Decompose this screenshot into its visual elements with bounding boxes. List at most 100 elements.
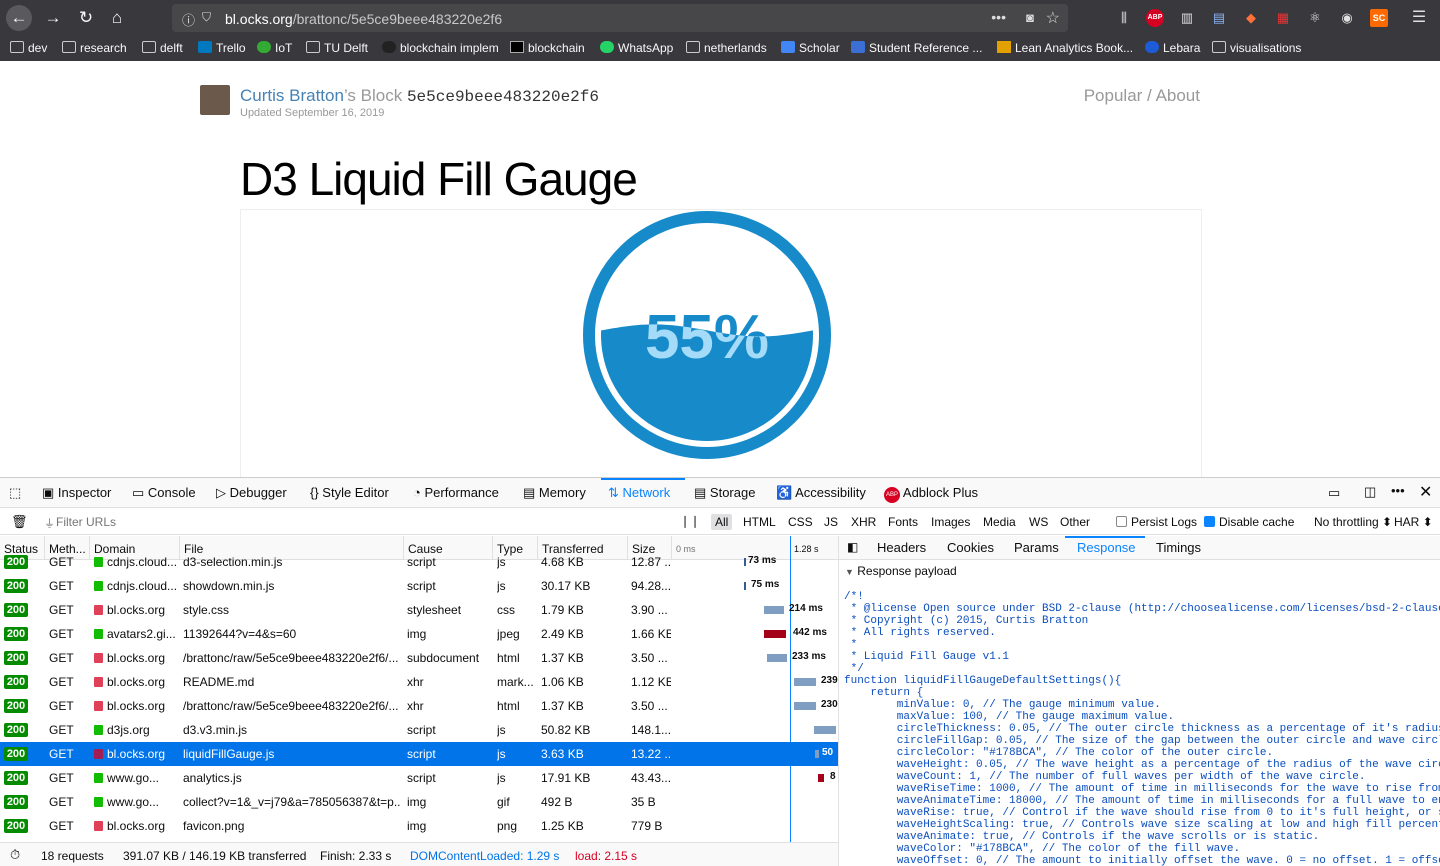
file-cell: d3.v3.min.js bbox=[183, 723, 248, 737]
tab-style-editor[interactable]: {} Style Editor bbox=[310, 485, 389, 500]
type-filter-html[interactable]: HTML bbox=[743, 515, 776, 529]
tab-params[interactable]: Params bbox=[1014, 540, 1059, 555]
close-icon[interactable]: ✕ bbox=[1419, 482, 1432, 502]
status-badge: 200 bbox=[4, 819, 28, 833]
url-bar[interactable]: ⓘ ⛉ bl.ocks.org/brattonc/5e5ce9beee48322… bbox=[172, 4, 1068, 32]
sidebar-icon[interactable]: ▥ bbox=[1178, 9, 1196, 27]
metamask-icon[interactable]: ◆ bbox=[1242, 9, 1260, 27]
bookmark-item[interactable]: blockchain implem bbox=[382, 41, 499, 55]
about-link[interactable]: About bbox=[1156, 86, 1200, 105]
react-devtools-icon[interactable]: ⚛ bbox=[1306, 9, 1324, 27]
method-cell: GET bbox=[49, 579, 74, 593]
throttling-select[interactable]: No throttling ⬍ bbox=[1314, 515, 1392, 529]
more-options-icon[interactable]: ••• bbox=[1391, 483, 1405, 498]
tab-timings[interactable]: Timings bbox=[1156, 540, 1201, 555]
responsive-mode-icon[interactable]: ▭ bbox=[1328, 485, 1340, 501]
persist-logs-toggle[interactable]: Persist Logs bbox=[1116, 515, 1197, 529]
stopwatch-icon[interactable]: ⏱ bbox=[10, 847, 20, 863]
bookmark-item[interactable]: netherlands bbox=[686, 41, 767, 55]
type-filter-images[interactable]: Images bbox=[931, 515, 970, 529]
disable-cache-toggle[interactable]: Disable cache bbox=[1204, 515, 1294, 529]
adblock-icon[interactable]: ABP bbox=[1146, 9, 1164, 27]
table-row[interactable]: 200 GET bl.ocks.org/brattonc/raw/5e5ce9bee… bbox=[0, 646, 838, 670]
table-row[interactable]: 200 GET bl.ocks.org/brattonc/raw/5e5ce9bee… bbox=[0, 694, 838, 718]
table-row[interactable]: 200 GET bl.ocks.org style.css stylesheet css 1… bbox=[0, 598, 838, 622]
har-menu[interactable]: HAR ⬍ bbox=[1394, 515, 1433, 529]
bookmark-item[interactable]: research bbox=[62, 41, 127, 55]
trash-icon[interactable]: 🗑 bbox=[11, 514, 28, 530]
type-filter-fonts[interactable]: Fonts bbox=[888, 515, 918, 529]
info-icon[interactable]: ⓘ bbox=[182, 10, 195, 29]
avatar[interactable] bbox=[200, 85, 230, 115]
type-filter-all[interactable]: All bbox=[711, 514, 733, 530]
reload-button[interactable]: ↻ bbox=[73, 5, 99, 31]
url-text[interactable]: bl.ocks.org/brattonc/5e5ce9beee483220e2f… bbox=[225, 11, 502, 27]
page-actions-icon[interactable]: ••• bbox=[991, 9, 1006, 25]
account-icon[interactable]: ◉ bbox=[1338, 9, 1356, 27]
bookmark-item[interactable]: Trello bbox=[198, 41, 246, 55]
response-payload-header[interactable]: ▼ Response payload bbox=[845, 564, 957, 578]
checkbox[interactable] bbox=[1116, 516, 1127, 527]
table-row[interactable]: 200 GET cdnjs.cloud... showdown.min.js scrip… bbox=[0, 574, 838, 598]
table-row[interactable]: 200 GET d3js.org d3.v3.min.js script js 50.82 … bbox=[0, 718, 838, 742]
type-filter-css[interactable]: CSS bbox=[788, 515, 813, 529]
dock-icon[interactable]: ◫ bbox=[1364, 484, 1376, 500]
type-filter-xhr[interactable]: XHR bbox=[851, 515, 876, 529]
bookmark-item[interactable]: blockchain bbox=[510, 41, 585, 55]
bookmark-item[interactable]: dev bbox=[10, 41, 47, 55]
filter-urls-input[interactable] bbox=[56, 513, 656, 531]
library-icon[interactable]: ⫼ bbox=[1115, 9, 1133, 27]
table-row[interactable]: 200 GET www.go... analytics.js script js 17.91… bbox=[0, 766, 838, 790]
pocket-icon[interactable]: ◙ bbox=[1026, 10, 1034, 25]
bookmark-item[interactable]: visualisations bbox=[1212, 41, 1301, 55]
extension-sc-icon[interactable]: SC bbox=[1370, 9, 1388, 27]
tab-headers[interactable]: Headers bbox=[877, 540, 926, 555]
type-filter-js[interactable]: JS bbox=[824, 515, 838, 529]
type-filter-ws[interactable]: WS bbox=[1029, 515, 1048, 529]
bookmark-item[interactable]: delft bbox=[142, 41, 183, 55]
bookmark-item[interactable]: WhatsApp bbox=[600, 41, 673, 55]
tab-memory[interactable]: ▤ Memory bbox=[523, 485, 586, 501]
table-row[interactable]: 200 GET bl.ocks.org liquidFillGauge.js scrip… bbox=[0, 742, 838, 766]
bookmark-item[interactable]: Student Reference ... bbox=[851, 41, 982, 55]
tab-console[interactable]: ▭ Console bbox=[132, 485, 196, 501]
file-cell: d3-selection.min.js bbox=[183, 555, 283, 569]
checkbox[interactable] bbox=[1204, 516, 1215, 527]
back-button[interactable]: ← bbox=[6, 5, 32, 31]
table-row[interactable]: 200 GET bl.ocks.org README.md xhr mark... 1.06… bbox=[0, 670, 838, 694]
bookmark-item[interactable]: TU Delft bbox=[306, 41, 368, 55]
type-filter-media[interactable]: Media bbox=[983, 515, 1016, 529]
bookmark-item[interactable]: Scholar bbox=[781, 41, 840, 55]
toggle-sidebar-icon[interactable]: ◧ bbox=[847, 540, 858, 554]
tab-storage[interactable]: ▤ Storage bbox=[694, 485, 755, 501]
tracking-shield-icon[interactable]: ⛉ bbox=[202, 10, 211, 25]
bookmark-star-icon[interactable]: ☆ bbox=[1046, 8, 1060, 28]
table-row[interactable]: 200 GET cdnjs.cloud... d3-selection.min.js s… bbox=[0, 550, 838, 574]
table-row[interactable]: 200 GET www.go... collect?v=1&_v=j79&a=7850… bbox=[0, 790, 838, 814]
document-icon[interactable]: ▤ bbox=[1210, 9, 1228, 27]
tab-accessibility[interactable]: ♿ Accessibility bbox=[776, 485, 866, 501]
tab-inspector[interactable]: ▣ Inspector bbox=[42, 485, 111, 501]
tab-network[interactable]: ⇅ Network bbox=[608, 485, 670, 501]
tab-cookies[interactable]: Cookies bbox=[947, 540, 994, 555]
element-picker-icon[interactable]: ⬚ bbox=[9, 485, 21, 501]
bookmark-item[interactable]: Lebara bbox=[1145, 41, 1200, 55]
author-link[interactable]: Curtis Bratton bbox=[240, 86, 344, 105]
home-button[interactable]: ⌂ bbox=[104, 5, 130, 31]
waterfall-bar bbox=[767, 654, 787, 662]
forward-button[interactable]: → bbox=[40, 5, 66, 31]
popular-link[interactable]: Popular bbox=[1084, 86, 1143, 105]
type-filter-other[interactable]: Other bbox=[1060, 515, 1090, 529]
tab-response[interactable]: Response bbox=[1077, 540, 1136, 555]
menu-icon[interactable]: ☰ bbox=[1410, 9, 1428, 27]
tab-debugger[interactable]: ▷ Debugger bbox=[216, 485, 287, 501]
tab-performance[interactable]: ◔ Performance bbox=[413, 485, 499, 500]
table-row[interactable]: 200 GET bl.ocks.org favicon.png img png 1.25 K… bbox=[0, 814, 838, 838]
bookmark-item[interactable]: Lean Analytics Book... bbox=[997, 41, 1133, 55]
extension-icon[interactable]: ▦ bbox=[1274, 9, 1292, 27]
table-row[interactable]: 200 GET avatars2.gi... 11392644?v=4&s=60 img… bbox=[0, 622, 838, 646]
type-cell: png bbox=[497, 819, 518, 833]
bookmark-item[interactable]: IoT bbox=[257, 41, 292, 55]
tab-adblock-plus[interactable]: ABP Adblock Plus bbox=[884, 485, 978, 503]
pause-icon[interactable]: ❘❘ bbox=[680, 514, 700, 528]
